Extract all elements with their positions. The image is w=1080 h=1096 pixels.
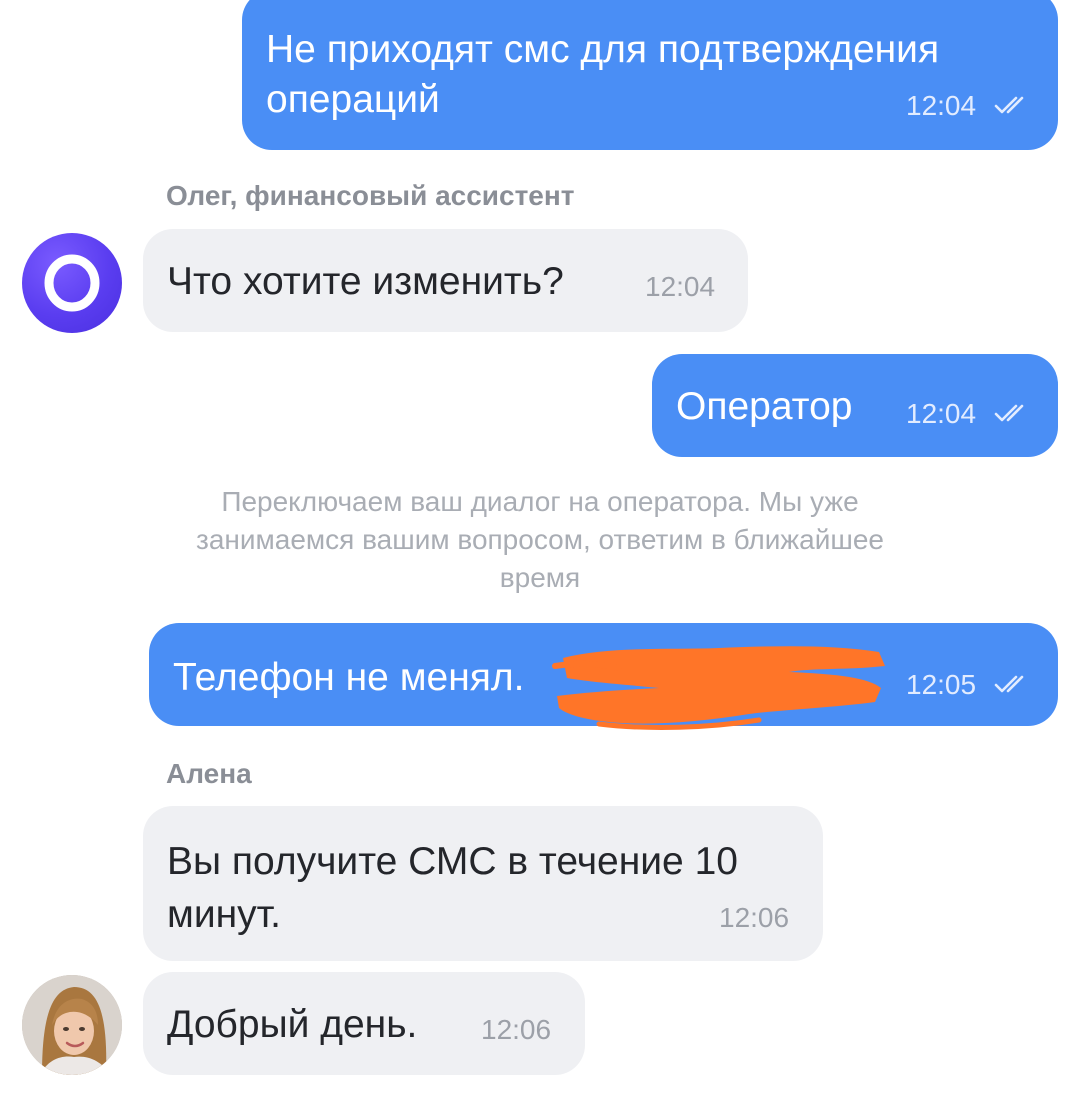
message-text-line: операций	[266, 78, 440, 121]
message-time: 12:04	[906, 398, 977, 429]
message-bubble-incoming[interactable]: Вы получите СМС в течение 10 минут. 12:0…	[143, 806, 823, 961]
message-time: 12:06	[719, 902, 790, 933]
message-text: Оператор	[676, 385, 853, 428]
system-notice-line: Переключаем ваш диалог на оператора. Мы …	[221, 486, 859, 517]
double-check-icon	[994, 404, 1024, 422]
message-bubble-outgoing[interactable]: Оператор 12:04	[652, 354, 1058, 457]
message-bubble-incoming[interactable]: Что хотите изменить? 12:04	[143, 229, 748, 332]
message-text-line: Не приходят смс для подтверждения	[266, 28, 940, 71]
redaction-scribble	[552, 646, 885, 730]
double-check-icon	[994, 675, 1024, 693]
message-time: 12:04	[906, 90, 977, 121]
message-time: 12:06	[481, 1014, 552, 1045]
bot-avatar-letter-icon	[44, 254, 100, 312]
message-text-line: минут.	[167, 893, 282, 936]
user-photo-avatar-icon	[22, 975, 122, 1075]
sender-name: Алена	[166, 758, 252, 789]
message-text-line: Вы получите СМС в течение 10	[167, 840, 738, 883]
message-bubble-outgoing[interactable]: Телефон не менял. 12:05	[149, 623, 1058, 730]
message-text: Телефон не менял.	[173, 656, 525, 699]
system-notice: Переключаем ваш диалог на оператора. Мы …	[110, 483, 970, 597]
message-bubble-outgoing[interactable]: Не приходят смс для подтверждения операц…	[242, 0, 1058, 150]
system-notice-line: время	[499, 562, 581, 593]
message-time: 12:04	[645, 271, 716, 302]
system-notice-line: занимаемся вашим вопросом, ответим в бли…	[196, 524, 884, 555]
message-text: Что хотите изменить?	[167, 260, 564, 303]
double-check-icon	[994, 96, 1024, 114]
operator-avatar[interactable]	[22, 975, 122, 1075]
bot-avatar[interactable]	[22, 233, 122, 333]
message-bubble-incoming[interactable]: Добрый день. 12:06	[143, 972, 585, 1075]
sender-name: Олег, финансовый ассистент	[166, 180, 575, 211]
message-text: Добрый день.	[167, 1003, 418, 1046]
message-time: 12:05	[906, 669, 977, 700]
